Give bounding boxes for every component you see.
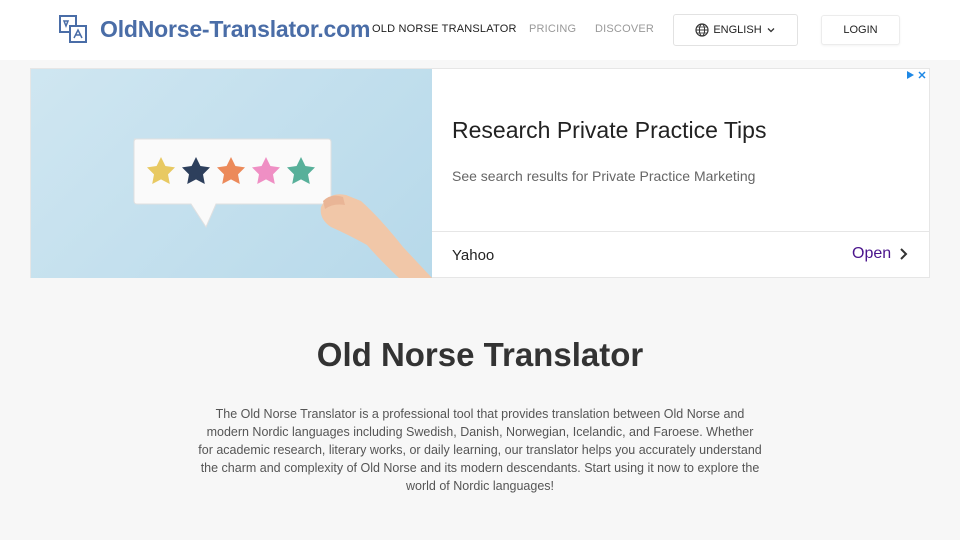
login-button[interactable]: LOGIN	[821, 15, 900, 45]
ad-headline[interactable]: Research Private Practice Tips	[452, 117, 766, 144]
globe-icon	[695, 23, 709, 37]
nav-pricing[interactable]: PRICING	[529, 23, 576, 35]
site-logo[interactable]: OldNorse-Translator.com	[58, 14, 370, 44]
ad-image[interactable]	[31, 69, 432, 278]
language-selector[interactable]: ENGLISH	[673, 14, 798, 46]
ad-open-button[interactable]: Open	[852, 245, 909, 263]
site-header: OldNorse-Translator.com OLD NORSE TRANSL…	[0, 0, 960, 60]
chevron-right-icon	[900, 248, 908, 260]
ad-choices[interactable]	[905, 70, 927, 80]
page-title: Old Norse Translator	[316, 336, 644, 373]
ad-banner: Research Private Practice Tips See searc…	[30, 68, 930, 278]
language-label: ENGLISH	[713, 24, 762, 36]
ad-info-icon[interactable]	[905, 70, 915, 80]
translate-logo-icon	[58, 14, 88, 44]
ad-advertiser: Yahoo	[452, 247, 495, 264]
nav-discover[interactable]: DISCOVER	[595, 23, 654, 35]
nav-old-norse-translator[interactable]: OLD NORSE TRANSLATOR	[372, 23, 517, 35]
logo-text: OldNorse-Translator.com	[100, 15, 371, 42]
ad-close-icon[interactable]	[917, 70, 927, 80]
ad-divider	[432, 231, 929, 232]
ad-description: See search results for Private Practice …	[452, 168, 756, 184]
page-description: The Old Norse Translator is a profession…	[198, 407, 762, 493]
chevron-down-icon	[767, 28, 775, 33]
ad-open-label: Open	[852, 245, 892, 262]
